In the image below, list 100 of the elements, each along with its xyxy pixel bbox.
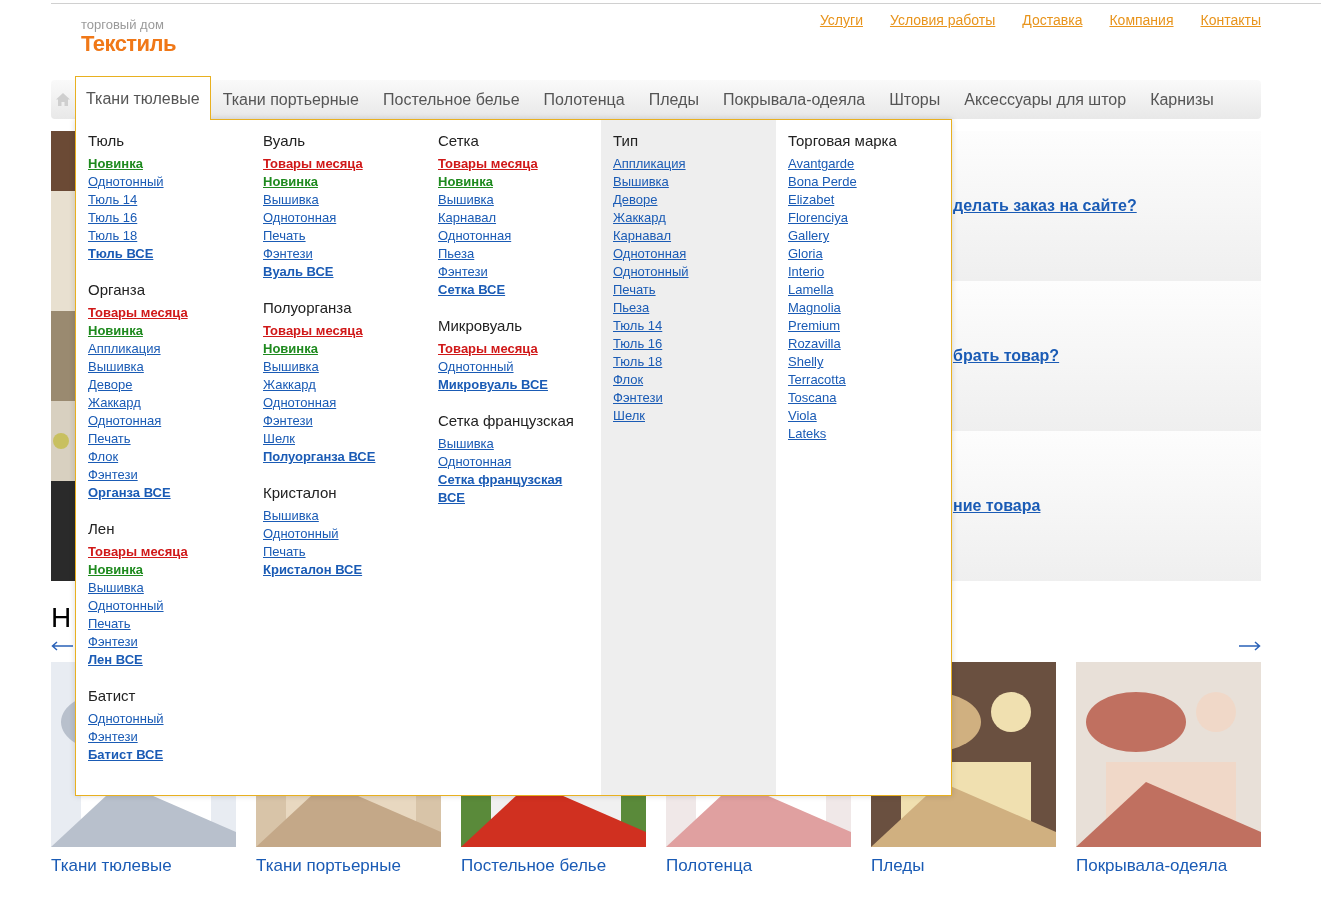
menu-link[interactable]: Деворе: [613, 191, 658, 209]
menu-link[interactable]: Флок: [613, 371, 644, 389]
menu-link[interactable]: Фэнтези: [88, 633, 138, 651]
menu-link[interactable]: Новинка: [88, 561, 143, 579]
menu-link[interactable]: Товары месяца: [263, 155, 363, 173]
nav-tab[interactable]: Карнизы: [1138, 80, 1226, 119]
menu-link[interactable]: Terracotta: [788, 371, 846, 389]
product-link[interactable]: Покрывала-одеяла: [1076, 853, 1261, 879]
menu-link[interactable]: Аппликация: [88, 340, 161, 358]
menu-link[interactable]: Avantgarde: [788, 155, 855, 173]
info-link[interactable]: ние товара: [953, 494, 1041, 518]
menu-link[interactable]: Новинка: [263, 340, 318, 358]
menu-link[interactable]: Фэнтези: [438, 263, 488, 281]
menu-link[interactable]: Тюль 14: [613, 317, 663, 335]
menu-link[interactable]: Батист ВСЕ: [88, 746, 164, 764]
menu-link[interactable]: Микровуаль ВСЕ: [438, 376, 548, 394]
menu-link[interactable]: Magnolia: [788, 299, 841, 317]
menu-link[interactable]: Фэнтези: [613, 389, 663, 407]
menu-link[interactable]: Однотонный: [613, 263, 689, 281]
menu-link[interactable]: Однотонная: [438, 227, 512, 245]
menu-link[interactable]: Товары месяца: [263, 322, 363, 340]
menu-link[interactable]: Сетка ВСЕ: [438, 281, 506, 299]
menu-link[interactable]: Жаккард: [613, 209, 666, 227]
menu-link[interactable]: Товары месяца: [88, 304, 188, 322]
menu-link[interactable]: Флок: [88, 448, 119, 466]
menu-link[interactable]: Печать: [613, 281, 656, 299]
menu-link[interactable]: Тюль 18: [88, 227, 138, 245]
menu-link[interactable]: Товары месяца: [88, 543, 188, 561]
menu-link[interactable]: Тюль 18: [613, 353, 663, 371]
menu-link[interactable]: Печать: [88, 430, 131, 448]
product-link[interactable]: Полотенца: [666, 853, 851, 879]
nav-tab[interactable]: Постельное белье: [371, 80, 532, 119]
menu-link[interactable]: Вышивка: [88, 358, 144, 376]
menu-link[interactable]: Однотонный: [88, 597, 164, 615]
info-link[interactable]: брать товар?: [953, 344, 1060, 368]
menu-link[interactable]: Фэнтези: [263, 412, 313, 430]
product-link[interactable]: Пледы: [871, 853, 1056, 879]
menu-link[interactable]: Однотонный: [88, 173, 164, 191]
menu-link[interactable]: Пьеза: [438, 245, 475, 263]
product-link[interactable]: Ткани портьерные: [256, 853, 441, 879]
menu-link[interactable]: Однотонный: [88, 710, 164, 728]
nav-tab[interactable]: Ткани тюлевые: [75, 76, 211, 120]
menu-link[interactable]: Вышивка: [613, 173, 669, 191]
nav-tab[interactable]: Шторы: [877, 80, 953, 119]
menu-link[interactable]: Вышивка: [438, 191, 494, 209]
menu-link[interactable]: Аппликация: [613, 155, 686, 173]
menu-link[interactable]: Органза ВСЕ: [88, 484, 171, 502]
menu-link[interactable]: Однотонный: [263, 525, 339, 543]
menu-link[interactable]: Однотонная: [438, 453, 512, 471]
menu-link[interactable]: Печать: [88, 615, 131, 633]
menu-link[interactable]: Rozavilla: [788, 335, 841, 353]
menu-link[interactable]: Вуаль ВСЕ: [263, 263, 334, 281]
menu-link[interactable]: Interio: [788, 263, 825, 281]
menu-link[interactable]: Товары месяца: [438, 155, 538, 173]
menu-link[interactable]: Печать: [263, 543, 306, 561]
nav-tab[interactable]: Аксессуары для штор: [952, 80, 1139, 119]
nav-tab[interactable]: Полотенца: [531, 80, 637, 119]
menu-link[interactable]: Вышивка: [263, 507, 319, 525]
menu-link[interactable]: Однотонная: [613, 245, 687, 263]
menu-link[interactable]: Однотонный: [438, 358, 514, 376]
menu-link[interactable]: Premium: [788, 317, 840, 335]
menu-link[interactable]: Сетка французская ВСЕ: [438, 471, 578, 507]
menu-link[interactable]: Lamella: [788, 281, 834, 299]
info-link[interactable]: делать заказ на сайте?: [953, 194, 1137, 218]
menu-link[interactable]: Gallery: [788, 227, 830, 245]
nav-tab[interactable]: Ткани портьерные: [210, 80, 371, 119]
menu-link[interactable]: Вышивка: [88, 579, 144, 597]
menu-link[interactable]: Печать: [263, 227, 306, 245]
product-link[interactable]: Постельное белье: [461, 853, 646, 879]
menu-link[interactable]: Фэнтези: [88, 466, 138, 484]
menu-link[interactable]: Однотонная: [88, 412, 162, 430]
menu-link[interactable]: Полуорганза ВСЕ: [263, 448, 376, 466]
menu-link[interactable]: Новинка: [438, 173, 493, 191]
menu-link[interactable]: Gloria: [788, 245, 823, 263]
menu-link[interactable]: Жаккард: [88, 394, 141, 412]
menu-link[interactable]: Лен ВСЕ: [88, 651, 143, 669]
arrow-right-icon[interactable]: [1239, 641, 1261, 651]
product-link[interactable]: Ткани тюлевые: [51, 853, 236, 879]
menu-link[interactable]: Вышивка: [438, 435, 494, 453]
menu-link[interactable]: Кристалон ВСЕ: [263, 561, 363, 579]
menu-link[interactable]: Вышивка: [263, 191, 319, 209]
menu-link[interactable]: Тюль 14: [88, 191, 138, 209]
menu-link[interactable]: Тюль ВСЕ: [88, 245, 154, 263]
menu-link[interactable]: Шелк: [263, 430, 295, 448]
menu-link[interactable]: Фэнтези: [88, 728, 138, 746]
menu-link[interactable]: Toscana: [788, 389, 837, 407]
menu-link[interactable]: Тюль 16: [88, 209, 138, 227]
menu-link[interactable]: Viola: [788, 407, 817, 425]
menu-link[interactable]: Новинка: [263, 173, 318, 191]
menu-link[interactable]: Bona Perde: [788, 173, 857, 191]
menu-link[interactable]: Шелк: [613, 407, 645, 425]
menu-link[interactable]: Shelly: [788, 353, 824, 371]
menu-link[interactable]: Однотонная: [263, 394, 337, 412]
menu-link[interactable]: Карнавал: [438, 209, 497, 227]
menu-link[interactable]: Florenciya: [788, 209, 848, 227]
menu-link[interactable]: Однотонная: [263, 209, 337, 227]
arrow-left-icon[interactable]: [51, 641, 73, 651]
menu-link[interactable]: Фэнтези: [263, 245, 313, 263]
menu-link[interactable]: Жаккард: [263, 376, 316, 394]
menu-link[interactable]: Пьеза: [613, 299, 650, 317]
